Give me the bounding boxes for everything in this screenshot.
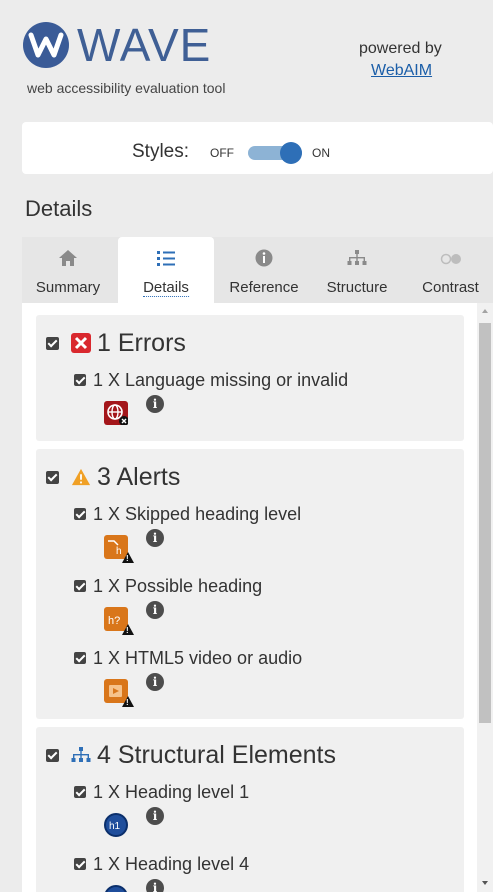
item-label: 1 X Heading level 1 (93, 781, 250, 802)
item-label: 1 X Heading level 4 (93, 853, 250, 874)
item-label: 1 X Skipped heading level (93, 503, 302, 524)
powered-by-label: powered by (359, 40, 442, 57)
structure-category: 4 Structural Elements (46, 738, 336, 772)
scroll-down-arrow[interactable] (482, 881, 488, 885)
errors-card: 1 Errors 1 X Language missing or invalid… (36, 315, 464, 441)
alert-icon (71, 467, 91, 487)
app-title: WAVE (77, 19, 212, 71)
info-icon[interactable]: i (146, 529, 164, 547)
info-icon[interactable]: i (146, 601, 164, 619)
app-subtitle: web accessibility evaluation tool (27, 80, 226, 96)
styles-label: Styles: (132, 141, 190, 162)
alerts-checkbox[interactable] (46, 470, 59, 484)
structure-icon (71, 745, 91, 765)
error-icon (71, 333, 91, 353)
styles-toggle-panel: Styles: OFF ON (22, 122, 493, 174)
info-icon[interactable]: i (146, 807, 164, 825)
warning-mini-icon (122, 696, 134, 707)
details-panel: 1 Errors 1 X Language missing or invalid… (22, 303, 493, 892)
svg-text:h?: h? (108, 615, 120, 627)
tab-label: Contrast (422, 279, 479, 296)
item-icons: i (104, 673, 164, 707)
alerts-title: 3 Alerts (97, 462, 181, 491)
errors-checkbox[interactable] (46, 336, 59, 350)
item-icons: h? i (104, 601, 164, 635)
tab-label: Reference (229, 279, 299, 296)
info-icon[interactable]: i (146, 673, 164, 691)
styles-on-label: ON (312, 146, 330, 160)
tab-label: Structure (326, 279, 388, 296)
scrollbar[interactable] (477, 303, 493, 892)
item-checkbox[interactable] (74, 858, 86, 870)
item-checkbox[interactable] (74, 508, 86, 520)
item-checkbox[interactable] (74, 786, 86, 798)
item-label: 1 X Possible heading (93, 575, 263, 596)
tab-reference[interactable]: Reference (216, 237, 312, 303)
alerts-category: 3 Alerts (46, 460, 180, 494)
warning-mini-icon (122, 624, 134, 635)
item-icons: h i (104, 529, 164, 563)
tab-structure[interactable]: Structure (312, 237, 402, 303)
item-checkbox[interactable] (74, 580, 86, 592)
structure-card: 4 Structural Elements 1 X Heading level … (36, 727, 464, 892)
alerts-card: 3 Alerts 1 X Skipped heading level h i (36, 449, 464, 719)
list-item: 1 X Possible heading (74, 575, 262, 597)
errors-title: 1 Errors (97, 328, 186, 357)
list-item: 1 X Heading level 1 (74, 781, 249, 803)
styles-toggle[interactable] (248, 142, 304, 164)
tab-label: Details (143, 279, 189, 297)
skipped-heading-icon[interactable]: h (104, 535, 134, 563)
list-item: 1 X Skipped heading level (74, 503, 301, 525)
item-icons: i (104, 879, 164, 892)
possible-heading-icon[interactable]: h? (104, 607, 134, 635)
info-icon[interactable]: i (146, 879, 164, 892)
webaim-link[interactable]: WebAIM (371, 62, 432, 80)
tab-summary[interactable]: Summary (22, 237, 114, 303)
item-label: 1 X Language missing or invalid (93, 369, 349, 390)
tab-bar: Summary Details Reference Structure Cont… (22, 237, 493, 303)
scrollbar-thumb[interactable] (479, 323, 491, 723)
structure-checkbox[interactable] (46, 748, 59, 762)
wave-sidebar: WAVE web accessibility evaluation tool p… (0, 0, 493, 892)
structure-icon (347, 249, 367, 272)
warning-mini-icon (122, 552, 134, 563)
tab-details[interactable]: Details (118, 237, 214, 303)
item-checkbox[interactable] (74, 652, 86, 664)
toggle-knob (280, 142, 302, 164)
scroll-up-arrow[interactable] (482, 309, 488, 313)
contrast-icon (440, 249, 462, 270)
home-icon (58, 249, 78, 272)
svg-text:h: h (116, 546, 122, 557)
h4-icon[interactable] (104, 885, 128, 892)
item-label: 1 X HTML5 video or audio (93, 647, 303, 668)
structure-title: 4 Structural Elements (97, 740, 336, 769)
h1-icon[interactable]: h1 (104, 813, 128, 837)
header: WAVE web accessibility evaluation tool p… (9, 8, 493, 108)
list-item: 1 X Heading level 4 (74, 853, 249, 875)
item-checkbox[interactable] (74, 374, 86, 386)
tab-label: Summary (35, 279, 101, 296)
wave-logo-icon (23, 22, 69, 68)
errors-category: 1 Errors (46, 326, 186, 360)
tab-contrast[interactable]: Contrast (408, 237, 493, 303)
info-icon[interactable]: i (146, 395, 164, 413)
section-title: Details (25, 196, 93, 221)
list-item: 1 X Language missing or invalid (74, 369, 348, 391)
info-icon (255, 249, 273, 272)
list-icon (156, 249, 176, 272)
language-error-icon[interactable] (104, 401, 128, 425)
item-icons: i (104, 395, 164, 425)
list-item: 1 X HTML5 video or audio (74, 647, 302, 669)
video-audio-icon[interactable] (104, 679, 134, 707)
item-icons: h1 i (104, 807, 164, 837)
styles-off-label: OFF (210, 146, 234, 160)
svg-text:h1: h1 (109, 821, 121, 832)
